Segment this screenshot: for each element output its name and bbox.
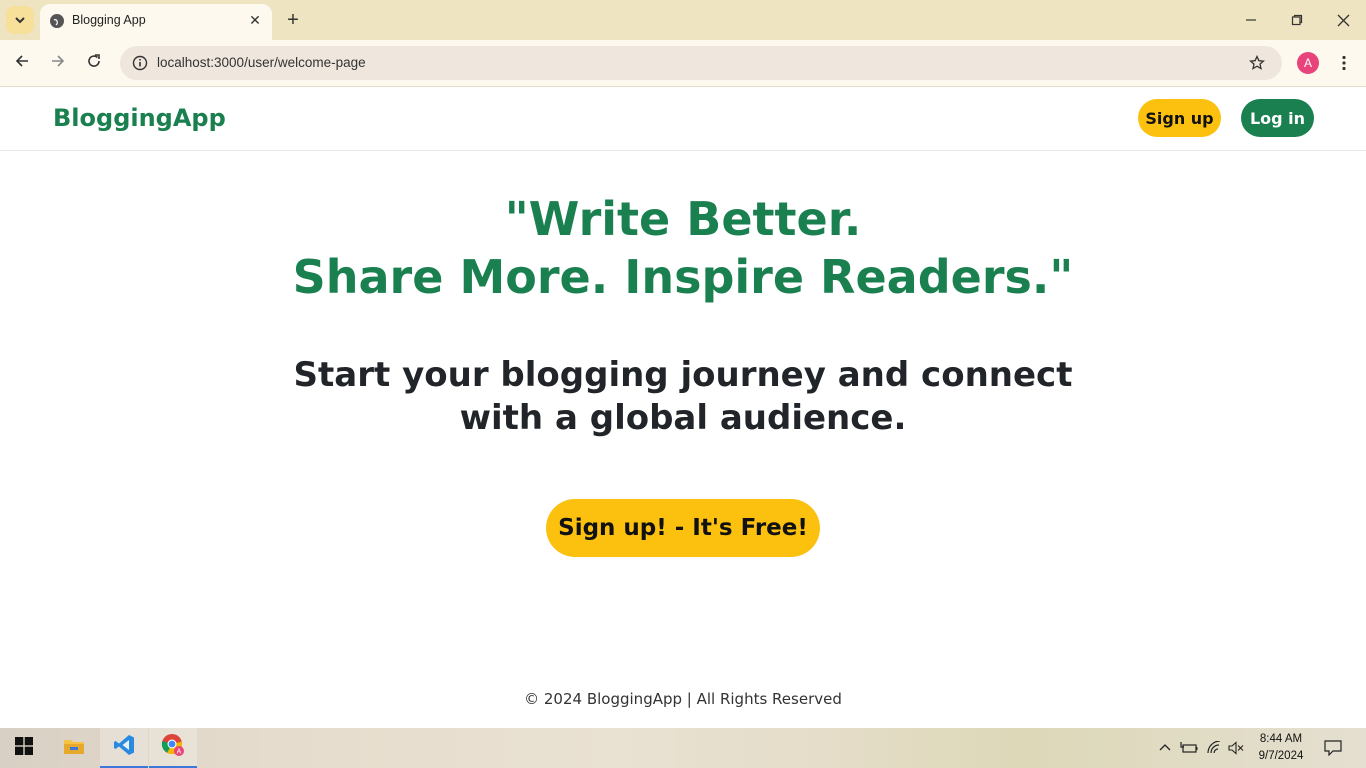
- tagline: Start your blogging journey and connect …: [0, 354, 1366, 440]
- taskbar-file-explorer[interactable]: [50, 728, 98, 768]
- speaker-muted-icon[interactable]: [1226, 738, 1246, 758]
- taskbar-chrome[interactable]: A: [149, 728, 197, 768]
- login-button[interactable]: Log in: [1241, 99, 1314, 137]
- chevron-up-icon[interactable]: [1155, 738, 1175, 758]
- minimize-button[interactable]: [1239, 8, 1263, 32]
- globe-icon: [50, 14, 64, 28]
- browser-toolbar: localhost:3000/user/welcome-page A: [0, 40, 1366, 87]
- cta-signup-button[interactable]: Sign up! - It's Free!: [546, 499, 820, 557]
- start-button[interactable]: [0, 728, 48, 768]
- arrow-left-icon: [14, 53, 30, 73]
- bookmark-star-icon[interactable]: [1246, 52, 1268, 74]
- browser-tab[interactable]: Blogging App ✕: [40, 4, 272, 40]
- clock-date: 9/7/2024: [1258, 750, 1304, 762]
- site-navbar: BloggingApp Sign up Log in: [0, 87, 1366, 151]
- windows-taskbar: A 8:44 AM 9/7/2024: [0, 728, 1366, 768]
- arrow-right-icon: [50, 53, 66, 73]
- svg-text:A: A: [177, 749, 182, 756]
- new-tab-button[interactable]: +: [282, 9, 304, 31]
- tagline-line-1: Start your blogging journey and connect: [293, 355, 1073, 395]
- chevron-down-icon: [14, 11, 26, 30]
- close-window-button[interactable]: [1331, 8, 1355, 32]
- windows-logo-icon: [15, 737, 33, 759]
- tab-search-button[interactable]: [6, 6, 34, 34]
- battery-icon[interactable]: [1179, 738, 1199, 758]
- hero-line-1: "Write Better.: [504, 192, 862, 246]
- page-footer: © 2024 BloggingApp | All Rights Reserved: [524, 690, 842, 708]
- tagline-line-2: with a global audience.: [459, 398, 907, 438]
- more-menu-icon[interactable]: [1334, 52, 1354, 74]
- clock-time: 8:44 AM: [1259, 733, 1303, 745]
- profile-avatar[interactable]: A: [1297, 52, 1319, 74]
- notification-icon[interactable]: [1323, 738, 1343, 758]
- chrome-icon: A: [161, 733, 185, 761]
- back-button[interactable]: [10, 51, 34, 75]
- hero-line-2: Share More. Inspire Readers.": [292, 250, 1074, 304]
- close-tab-icon[interactable]: ✕: [246, 12, 264, 30]
- tab-title: Blogging App: [72, 13, 146, 27]
- taskbar-clock[interactable]: 8:44 AM 9/7/2024: [1250, 731, 1312, 765]
- vscode-icon: [113, 734, 135, 760]
- wifi-icon[interactable]: [1204, 738, 1224, 758]
- signup-button[interactable]: Sign up: [1138, 99, 1221, 137]
- hero-heading: "Write Better. Share More. Inspire Reade…: [0, 190, 1366, 306]
- taskbar-vscode[interactable]: [100, 728, 148, 768]
- forward-button[interactable]: [46, 51, 70, 75]
- reload-button[interactable]: [82, 51, 106, 75]
- url-text[interactable]: localhost:3000/user/welcome-page: [157, 55, 366, 70]
- folder-icon: [63, 736, 85, 760]
- site-info-icon[interactable]: [128, 51, 152, 75]
- browser-tab-bar: Blogging App ✕ +: [0, 0, 1366, 40]
- restore-button[interactable]: [1285, 8, 1309, 32]
- reload-icon: [86, 53, 102, 73]
- brand-logo[interactable]: BloggingApp: [53, 104, 226, 132]
- address-bar[interactable]: localhost:3000/user/welcome-page: [120, 46, 1282, 80]
